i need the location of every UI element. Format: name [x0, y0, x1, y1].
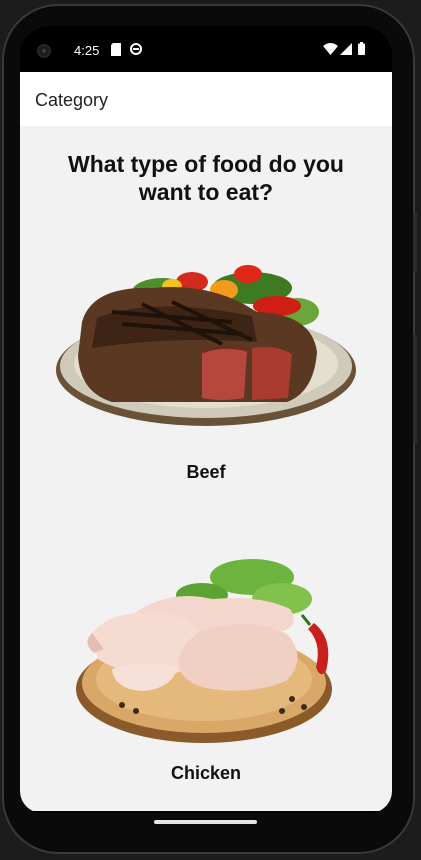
status-time: 4:25	[74, 43, 100, 58]
question-heading: What type of food do you want to eat?	[68, 151, 344, 205]
power-button	[413, 212, 417, 272]
wifi-icon	[323, 43, 338, 55]
category-card-beef[interactable]: Beef	[20, 252, 392, 492]
sync-icon	[130, 43, 142, 55]
status-bar: 4:25	[20, 26, 392, 72]
home-gesture-bar[interactable]	[154, 820, 257, 824]
signal-icon	[340, 43, 352, 55]
category-label-beef: Beef	[186, 462, 226, 482]
front-camera	[37, 44, 51, 58]
page-title: Category	[35, 90, 109, 110]
category-card-chicken[interactable]: Chicken	[20, 539, 392, 789]
app-bar: Category	[20, 72, 392, 126]
phone-screen: 4:25 Category What type of food do you w…	[20, 26, 392, 813]
sd-card-icon	[111, 43, 121, 56]
category-label-chicken: Chicken	[170, 763, 242, 783]
category-content: What type of food do you want to eat? Be…	[20, 126, 392, 811]
battery-icon	[358, 42, 365, 55]
volume-button	[413, 334, 417, 444]
chicken-board-image	[76, 559, 332, 743]
navigation-bar	[20, 811, 392, 813]
steak-plate-image	[56, 265, 356, 426]
